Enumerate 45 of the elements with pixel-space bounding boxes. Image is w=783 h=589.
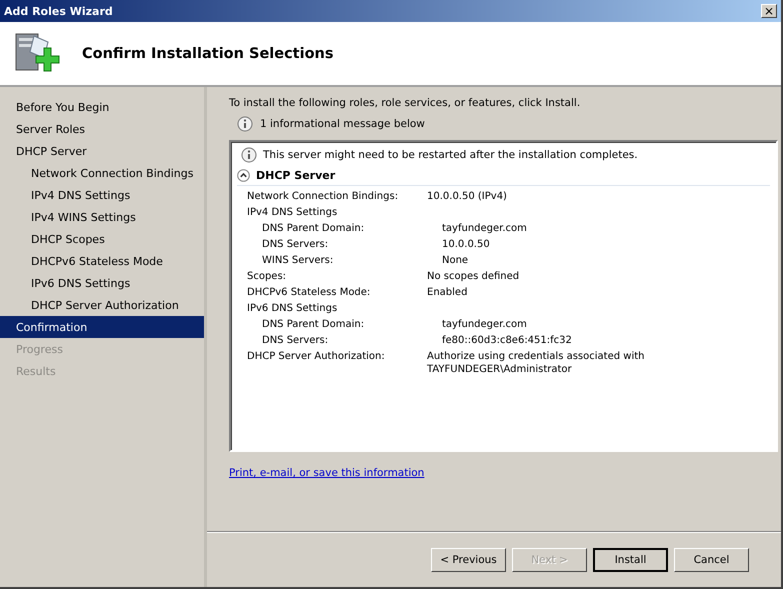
detail-value: Authorize using credentials associated with TAYFUNDEGER\Administrator [427, 350, 646, 376]
detail-label: DNS Parent Domain: [262, 222, 366, 236]
detail-value: No scopes defined [427, 270, 520, 284]
info-message: This server might need to be restarted after the installation completes. [263, 149, 638, 161]
step-item[interactable]: IPv4 DNS Settings [0, 184, 204, 206]
section-title: DHCP Server [256, 169, 336, 182]
detail-label: DNS Servers: [262, 334, 330, 348]
detail-label: DHCP Server Authorization: [247, 350, 386, 364]
step-item[interactable]: IPv6 DNS Settings [0, 272, 204, 294]
detail-label: WINS Servers: [262, 254, 334, 268]
detail-value: None [442, 254, 470, 268]
step-item[interactable]: DHCP Server Authorization [0, 294, 204, 316]
detail-label: Network Connection Bindings: [247, 190, 400, 204]
detail-label: DNS Servers: [262, 238, 330, 252]
detail-label: IPv6 DNS Settings [247, 302, 338, 316]
step-item[interactable]: DHCPv6 Stateless Mode [0, 250, 204, 272]
print-link[interactable]: Print, e-mail, or save this information [229, 467, 424, 479]
detail-value: fe80::60d3:c8e6:451:fc32 [442, 334, 573, 348]
step-item[interactable]: Network Connection Bindings [0, 162, 204, 184]
detail-value: Enabled [427, 286, 468, 300]
detail-value: tayfundeger.com [442, 222, 528, 236]
step-item[interactable]: DHCP Scopes [0, 228, 204, 250]
detail-label: IPv4 DNS Settings [247, 206, 338, 220]
detail-label: DHCPv6 Stateless Mode: [247, 286, 372, 300]
step-item[interactable]: IPv4 WINS Settings [0, 206, 204, 228]
instruction-text: To install the following roles, role services, or features, click Install. [229, 97, 582, 109]
step-item[interactable]: DHCP Server [0, 140, 204, 162]
info-icon [241, 147, 257, 163]
wizard-button[interactable]: Cancel [674, 548, 749, 572]
info-icon [237, 116, 253, 132]
step-item[interactable]: Server Roles [0, 118, 204, 140]
window-title: Add Roles Wizard [4, 4, 113, 18]
detail-label: DNS Parent Domain: [262, 318, 366, 332]
detail-label: Scopes: [247, 270, 288, 284]
page-title: Confirm Installation Selections [82, 46, 334, 62]
detail-value: tayfundeger.com [442, 318, 528, 332]
info-summary: 1 informational message below [260, 118, 425, 130]
wizard-button[interactable]: Install [593, 548, 668, 572]
step-item[interactable]: Confirmation [0, 316, 204, 338]
detail-value: 10.0.0.50 [442, 238, 491, 252]
close-button[interactable]: × [761, 4, 777, 18]
collapse-icon[interactable] [237, 169, 250, 182]
step-item[interactable]: Before You Begin [0, 96, 204, 118]
wizard-button[interactable]: < Previous [431, 548, 506, 572]
detail-value: 10.0.0.50 (IPv4) [427, 190, 508, 204]
